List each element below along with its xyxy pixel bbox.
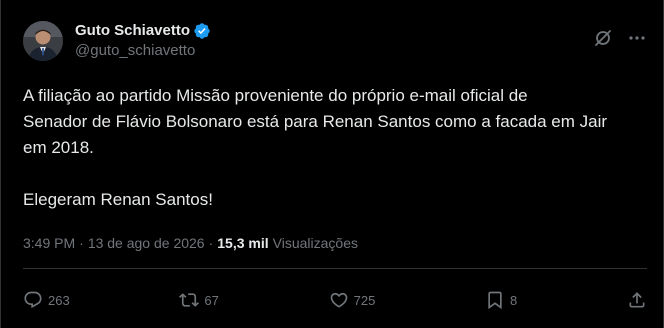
share-button[interactable] — [627, 290, 647, 310]
author-name[interactable]: Guto Schiavetto — [75, 21, 190, 41]
bookmark-icon — [488, 291, 502, 310]
tweet-card: Guto Schiavetto @guto_schiavetto A filia… — [0, 0, 664, 328]
tweet-text: A filiação ao partido Missão proveniente… — [23, 83, 645, 213]
like-count: 725 — [353, 292, 376, 308]
header-actions — [593, 28, 647, 48]
views-label[interactable]: Visualizações — [273, 233, 358, 253]
views-count[interactable]: 15,3 mil — [217, 233, 268, 253]
author-name-row[interactable]: Guto Schiavetto — [75, 21, 211, 41]
reply-count: 263 — [48, 292, 70, 308]
repost-count: 67 — [204, 292, 219, 308]
like-button[interactable]: 725 — [329, 290, 376, 310]
repost-icon — [179, 293, 200, 307]
meta-separator: · — [79, 235, 84, 251]
reply-icon — [24, 291, 42, 309]
reply-button[interactable]: 263 — [23, 290, 70, 310]
tweet-date[interactable]: 13 de ago de 2026 — [88, 233, 205, 253]
author-names: Guto Schiavetto @guto_schiavetto — [75, 21, 211, 61]
share-icon — [629, 292, 645, 308]
tweet-paragraph: A filiação ao partido Missão proveniente… — [23, 86, 608, 157]
bookmark-button[interactable]: 8 — [485, 290, 517, 310]
tweet-header: Guto Schiavetto @guto_schiavetto — [23, 19, 647, 63]
heart-icon — [330, 292, 347, 308]
meta-separator: · — [208, 235, 214, 251]
divider — [23, 268, 647, 269]
tweet-paragraph: Elegeram Renan Santos! — [23, 190, 213, 209]
verified-badge-icon — [194, 23, 210, 39]
avatar-image — [23, 21, 63, 61]
tweet-meta: 3:49 PM · 13 de ago de 2026 · 15,3 mil V… — [23, 233, 358, 253]
tweet-time[interactable]: 3:49 PM — [23, 233, 75, 253]
bookmark-count: 8 — [510, 292, 518, 308]
avatar[interactable] — [23, 21, 63, 61]
repost-button[interactable]: 67 — [179, 290, 219, 310]
tweet-actions: 263 67 725 8 — [23, 284, 647, 316]
more-icon[interactable] — [627, 28, 647, 48]
grok-icon[interactable] — [593, 28, 613, 48]
author-handle[interactable]: @guto_schiavetto — [75, 41, 211, 61]
